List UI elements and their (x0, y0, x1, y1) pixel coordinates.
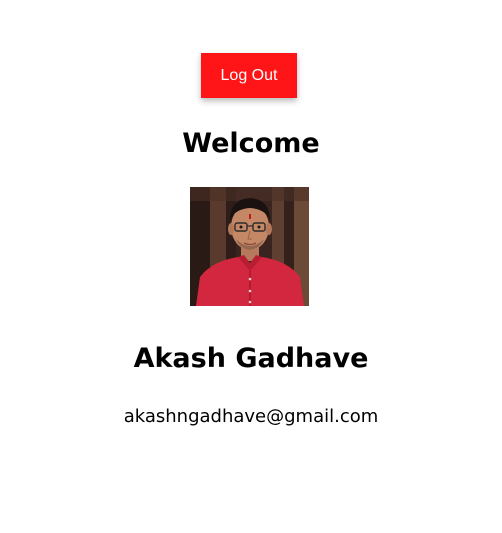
welcome-heading: Welcome (182, 128, 320, 159)
profile-page: Log Out Welcome Akash Gadhave akashngadh… (0, 0, 502, 533)
user-name: Akash Gadhave (133, 343, 369, 374)
user-email: akashngadhave@gmail.com (123, 406, 379, 427)
user-photo-icon (190, 187, 309, 306)
profile-avatar (190, 187, 309, 306)
logout-button[interactable]: Log Out (201, 53, 297, 98)
